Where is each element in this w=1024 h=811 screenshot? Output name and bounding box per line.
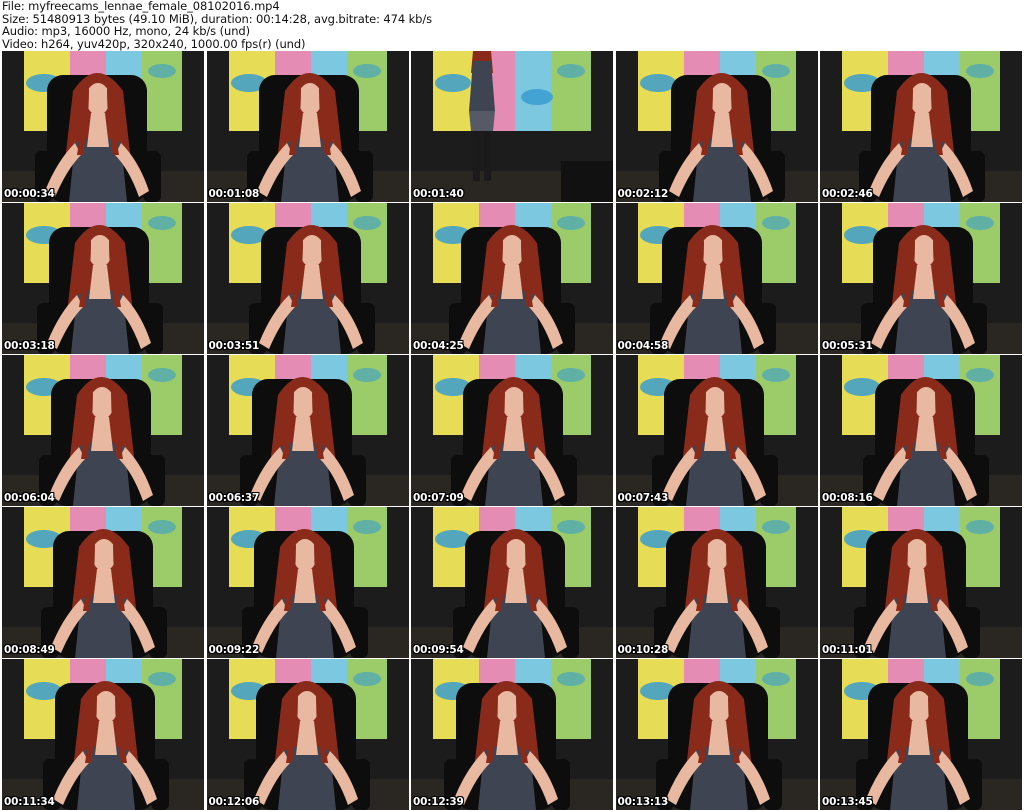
frame-image: [2, 203, 204, 354]
video-frame-thumbnail: 00:02:46: [820, 51, 1022, 202]
frame-timestamp: 00:04:58: [617, 340, 669, 352]
frame-image: [411, 203, 613, 354]
frame-timestamp: 00:07:43: [617, 492, 669, 504]
frame-timestamp: 00:10:28: [617, 644, 669, 656]
frame-timestamp: 00:11:01: [822, 644, 873, 656]
video-frame-thumbnail: 00:12:39: [411, 659, 613, 810]
frame-image: [206, 203, 409, 354]
thumbnail-grid: 00:00:34 00:01:08 00:01:40 00:02:12 00:02:46…: [2, 51, 1022, 811]
frame-timestamp: 00:02:46: [822, 188, 873, 200]
video-frame-thumbnail: 00:11:01: [820, 507, 1022, 658]
frame-image: [206, 51, 409, 202]
video-frame-thumbnail: 00:13:45: [820, 659, 1022, 810]
video-frame-thumbnail: 00:08:16: [820, 355, 1022, 506]
frame-timestamp: 00:03:18: [4, 340, 55, 352]
frame-timestamp: 00:00:34: [4, 188, 55, 200]
video-frame-thumbnail: 00:03:18: [2, 203, 204, 354]
frame-timestamp: 00:09:54: [413, 644, 464, 656]
video-frame-thumbnail: 00:01:40: [411, 51, 613, 202]
video-frame-thumbnail: 00:06:04: [2, 355, 204, 506]
frame-image: [615, 659, 818, 810]
frame-timestamp: 00:04:25: [413, 340, 464, 352]
frame-timestamp: 00:12:06: [208, 796, 260, 808]
frame-image: [820, 507, 1022, 658]
frame-image: [411, 507, 613, 658]
video-frame-thumbnail: 00:07:09: [411, 355, 613, 506]
video-frame-thumbnail: 00:09:22: [206, 507, 409, 658]
frame-image: [2, 507, 204, 658]
frame-image: [615, 507, 818, 658]
frame-timestamp: 00:01:40: [413, 188, 464, 200]
frame-image: [2, 51, 204, 202]
frame-image: [615, 355, 818, 506]
frame-image: [411, 355, 613, 506]
frame-image: [820, 203, 1022, 354]
video-frame-thumbnail: 00:13:13: [615, 659, 818, 810]
frame-timestamp: 00:07:09: [413, 492, 464, 504]
video-frame-thumbnail: 00:08:49: [2, 507, 204, 658]
frame-image: [2, 355, 204, 506]
audio-info-line: Audio: mp3, 16000 Hz, mono, 24 kb/s (und…: [2, 24, 250, 39]
frame-image: [2, 659, 204, 810]
frame-timestamp: 00:06:37: [208, 492, 260, 504]
video-frame-thumbnail: 00:10:28: [615, 507, 818, 658]
video-frame-thumbnail: 00:09:54: [411, 507, 613, 658]
frame-image: [615, 51, 818, 202]
frame-image: [411, 659, 613, 810]
video-info-line: Video: h264, yuv420p, 320x240, 1000.00 f…: [2, 36, 306, 51]
frame-image: [411, 51, 613, 202]
video-frame-thumbnail: 00:03:51: [206, 203, 409, 354]
frame-timestamp: 00:11:34: [4, 796, 55, 808]
frame-timestamp: 00:12:39: [413, 796, 464, 808]
frame-image: [615, 203, 818, 354]
frame-image: [206, 659, 409, 810]
video-frame-thumbnail: 00:07:43: [615, 355, 818, 506]
frame-image: [206, 507, 409, 658]
video-frame-thumbnail: 00:01:08: [206, 51, 409, 202]
video-frame-thumbnail: 00:04:58: [615, 203, 818, 354]
frame-image: [820, 51, 1022, 202]
frame-timestamp: 00:02:12: [617, 188, 669, 200]
video-frame-thumbnail: 00:04:25: [411, 203, 613, 354]
video-frame-thumbnail: 00:11:34: [2, 659, 204, 810]
file-info-header: File: myfreecams_lennae_female_08102016.…: [2, 0, 1022, 50]
frame-image: [206, 355, 409, 506]
video-frame-thumbnail: 00:02:12: [615, 51, 818, 202]
frame-timestamp: 00:13:13: [617, 796, 669, 808]
frame-timestamp: 00:09:22: [208, 644, 260, 656]
frame-timestamp: 00:08:16: [822, 492, 873, 504]
file-name-line: File: myfreecams_lennae_female_08102016.…: [2, 0, 280, 13]
frame-image: [820, 659, 1022, 810]
frame-timestamp: 00:08:49: [4, 644, 55, 656]
frame-timestamp: 00:13:45: [822, 796, 873, 808]
frame-timestamp: 00:05:31: [822, 340, 873, 352]
frame-timestamp: 00:03:51: [208, 340, 260, 352]
video-frame-thumbnail: 00:00:34: [2, 51, 204, 202]
frame-timestamp: 00:06:04: [4, 492, 55, 504]
video-frame-thumbnail: 00:12:06: [206, 659, 409, 810]
frame-timestamp: 00:01:08: [208, 188, 260, 200]
frame-image: [820, 355, 1022, 506]
video-frame-thumbnail: 00:05:31: [820, 203, 1022, 354]
video-frame-thumbnail: 00:06:37: [206, 355, 409, 506]
